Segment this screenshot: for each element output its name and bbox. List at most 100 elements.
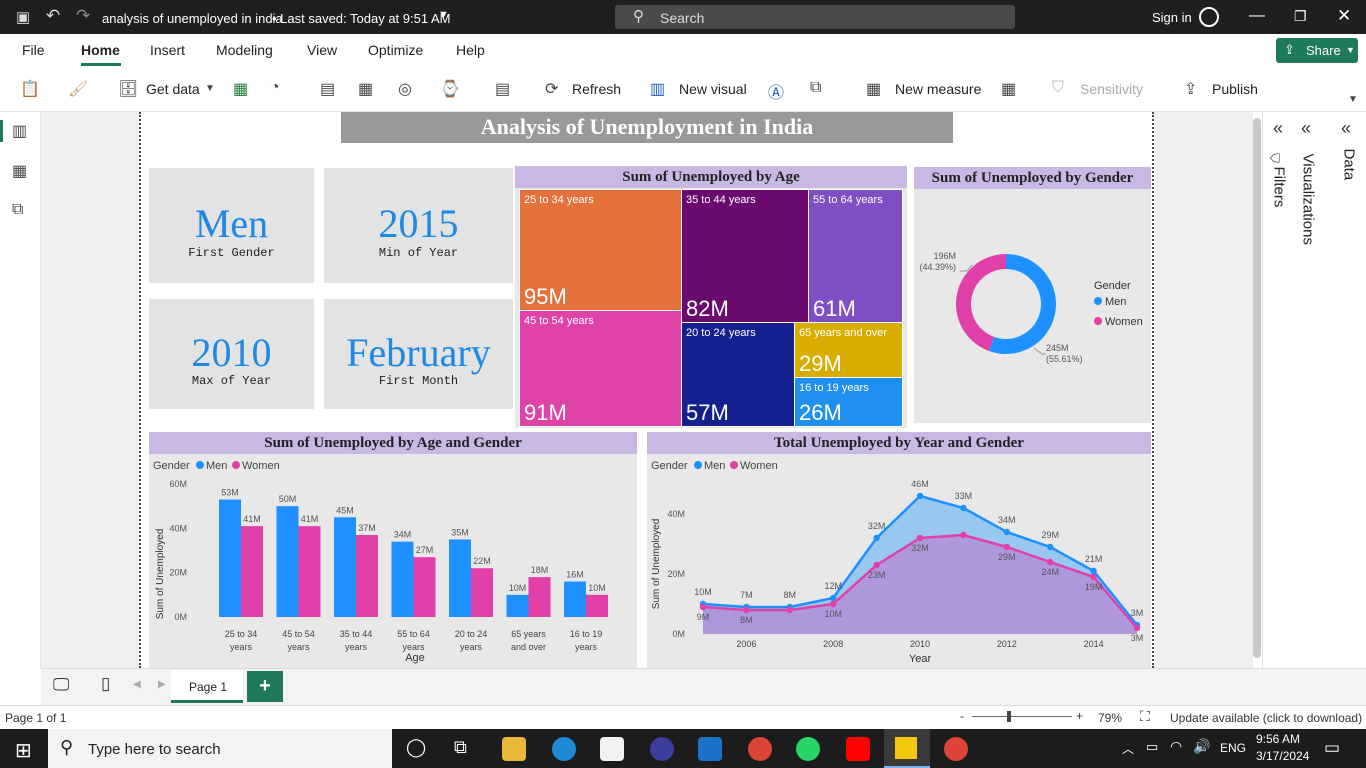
point-women[interactable] xyxy=(873,561,880,569)
kpi-card-first-gender[interactable]: Men First Gender xyxy=(149,168,314,283)
donut-visual[interactable]: 196M (44.39%) 245M (55.61%) Gender Men W… xyxy=(914,189,1151,423)
search-box[interactable]: ⚲ Search xyxy=(615,5,1015,29)
language-indicator[interactable]: ENG xyxy=(1220,741,1246,755)
menu-optimize[interactable]: Optimize xyxy=(368,42,423,58)
menu-modeling[interactable]: Modeling xyxy=(216,42,273,58)
expand-data-icon[interactable]: « xyxy=(1341,118,1351,139)
redo-icon[interactable]: ↷ xyxy=(76,6,90,26)
zoom-in-button[interactable]: + xyxy=(1076,709,1083,723)
treemap-tile[interactable]: 45 to 54 years 91M xyxy=(519,310,682,427)
point-women[interactable] xyxy=(743,606,750,614)
zoom-level[interactable]: 79% xyxy=(1098,711,1122,725)
clock-date[interactable]: 3/17/2024 xyxy=(1256,749,1309,763)
bar-chart-visual[interactable]: Gender Men Women Sum of Unemployed Age 0… xyxy=(149,454,637,668)
recent-sources-icon[interactable]: ⌚ xyxy=(440,79,460,99)
bar-men[interactable] xyxy=(276,506,299,617)
tab-page-1[interactable]: Page 1 xyxy=(171,670,243,703)
treemap-tile[interactable]: 35 to 44 years 82M xyxy=(681,189,809,323)
new-visual-button[interactable]: New visual xyxy=(679,81,747,97)
bar-men[interactable] xyxy=(219,499,241,617)
point-women[interactable] xyxy=(699,603,707,611)
chevron-down-icon[interactable]: ▼ xyxy=(205,83,215,94)
wifi-icon[interactable]: ◠ xyxy=(1170,738,1182,755)
new-measure-button[interactable]: New measure xyxy=(895,81,981,97)
menu-file[interactable]: File xyxy=(22,42,45,58)
data-hub-icon[interactable]: ◔ xyxy=(270,79,280,97)
treemap-tile[interactable]: 20 to 24 years 57M xyxy=(681,322,795,427)
point-women[interactable] xyxy=(916,534,924,542)
point-men[interactable] xyxy=(916,492,924,500)
add-page-button[interactable]: + xyxy=(247,671,283,702)
treemap-tile[interactable]: 16 to 19 years 26M xyxy=(794,377,903,427)
edge-icon[interactable] xyxy=(552,737,576,761)
point-women[interactable] xyxy=(1133,624,1141,632)
microsoft-store-icon[interactable] xyxy=(600,737,624,761)
scroll-right-icon[interactable]: ▶ xyxy=(158,679,166,690)
bar-women[interactable] xyxy=(298,526,321,617)
scroll-left-icon[interactable]: ◀ xyxy=(133,679,141,690)
get-data-icon[interactable]: 🗄 xyxy=(118,79,138,99)
clock-time[interactable]: 9:56 AM xyxy=(1256,732,1300,746)
expand-visualizations-icon[interactable]: « xyxy=(1301,118,1311,139)
legend-men[interactable]: Men xyxy=(1105,296,1126,308)
filters-pane-tab[interactable]: ⛉ Filters xyxy=(1267,150,1293,230)
point-men[interactable] xyxy=(1047,543,1054,551)
sign-in-link[interactable]: Sign in xyxy=(1152,10,1192,25)
menu-home[interactable]: Home xyxy=(81,42,120,58)
canvas-scrollbar[interactable] xyxy=(1253,118,1261,658)
enter-data-icon[interactable]: ▦ xyxy=(358,79,373,99)
collapse-ribbon-icon[interactable]: ▼ xyxy=(1348,94,1358,105)
undo-icon[interactable]: ↶ xyxy=(46,6,60,26)
show-hidden-icons[interactable]: ︿ xyxy=(1122,740,1134,757)
treemap-tile[interactable]: 65 years and over 29M xyxy=(794,322,903,378)
point-men[interactable] xyxy=(830,594,837,602)
excel-icon[interactable]: ▦ xyxy=(233,79,248,99)
bar-men[interactable] xyxy=(391,541,414,617)
point-men[interactable] xyxy=(873,534,880,542)
notifications-icon[interactable]: ▭ xyxy=(1324,738,1340,758)
point-women[interactable] xyxy=(960,531,967,539)
legend-men[interactable]: Men xyxy=(206,460,227,472)
bar-women[interactable] xyxy=(528,577,551,617)
menu-insert[interactable]: Insert xyxy=(150,42,185,58)
battery-icon[interactable]: ▭ xyxy=(1146,739,1158,755)
fit-to-page-icon[interactable]: ⛶ xyxy=(1140,708,1150,725)
bar-men[interactable] xyxy=(564,581,586,617)
mail-icon[interactable] xyxy=(698,737,722,761)
bar-women[interactable] xyxy=(471,568,493,617)
model-view-icon[interactable]: ⧉ xyxy=(12,201,23,219)
update-available-link[interactable]: Update available (click to download) xyxy=(1170,711,1362,725)
save-icon[interactable]: ▣ xyxy=(16,8,30,26)
treemap-tile[interactable]: 55 to 64 years 61M xyxy=(808,189,903,323)
point-women[interactable] xyxy=(1047,558,1054,566)
area-chart-visual[interactable]: Gender Men Women Sum of Unemployed Year … xyxy=(647,454,1151,668)
share-button[interactable]: ⇪ Share ▼ xyxy=(1276,38,1358,63)
point-men[interactable] xyxy=(1003,528,1010,536)
power-bi-taskbar-button[interactable] xyxy=(884,729,930,768)
kpi-card-max-year[interactable]: 2010 Max of Year xyxy=(149,299,314,409)
chevron-down-icon[interactable]: ▼ xyxy=(438,9,449,21)
transform-data-icon[interactable]: ▤ xyxy=(495,79,510,99)
mobile-layout-icon[interactable]: ▯ xyxy=(101,674,110,694)
minimize-icon[interactable]: — xyxy=(1249,7,1265,25)
more-visuals-icon[interactable]: ⧉ xyxy=(810,79,821,97)
dataverse-icon[interactable]: ◎ xyxy=(398,79,412,99)
report-view-icon[interactable]: ▥ xyxy=(12,121,27,141)
kpi-card-min-year[interactable]: 2015 Min of Year xyxy=(324,168,513,283)
youtube-icon[interactable] xyxy=(846,737,870,761)
publish-button[interactable]: Publish xyxy=(1212,81,1258,97)
data-pane-tab[interactable]: Data xyxy=(1335,149,1359,200)
refresh-icon[interactable]: ⟳ xyxy=(545,79,558,99)
visualizations-pane-tab[interactable]: Visualizations xyxy=(1296,150,1320,290)
new-visual-icon[interactable]: ▥ xyxy=(650,79,665,99)
sql-icon[interactable]: ▤ xyxy=(320,79,335,99)
taskbar-search-box[interactable]: ⚲ Type here to search xyxy=(48,729,392,768)
maximize-icon[interactable]: ❐ xyxy=(1294,8,1307,25)
legend-women[interactable]: Women xyxy=(1105,316,1143,328)
get-data-button[interactable]: Get data xyxy=(146,81,200,97)
menu-help[interactable]: Help xyxy=(456,42,485,58)
windows-start-icon[interactable]: ⊞ xyxy=(15,738,32,763)
bar-women[interactable] xyxy=(241,526,263,617)
point-men[interactable] xyxy=(960,504,967,512)
zoom-slider[interactable] xyxy=(972,711,1072,722)
